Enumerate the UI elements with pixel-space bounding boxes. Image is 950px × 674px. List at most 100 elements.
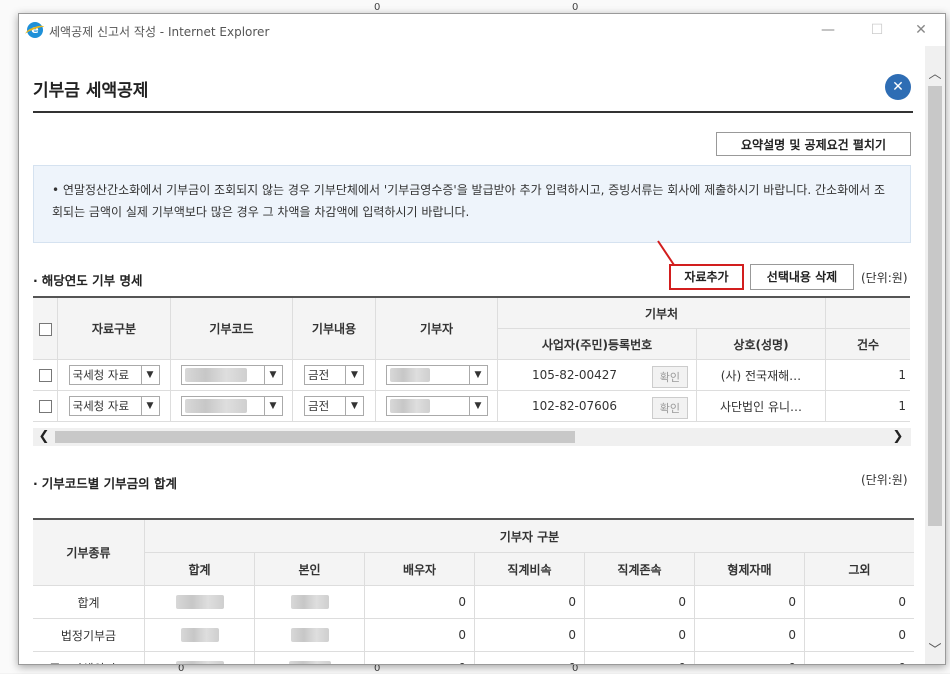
donation-code-select[interactable]: ▼: [180, 396, 283, 416]
header-name: 상호(성명): [696, 328, 826, 360]
totals-section-title: 기부코드별 기부금의 합계: [33, 473, 177, 492]
header-count: 건수: [825, 328, 910, 360]
value-cell: 0: [584, 585, 695, 619]
value-cell: 0: [474, 585, 585, 619]
background-cell-value: 0: [572, 2, 579, 13]
table-horizontal-scrollbar[interactable]: ❮ ❯: [33, 428, 911, 446]
row-checkbox[interactable]: [38, 400, 52, 413]
chevron-down-icon: ▼: [468, 366, 487, 384]
value-cell: 0: [804, 618, 914, 652]
donation-details-table: 자료구분 기부코드 기부내용 기부자 기부처 사업자(주민)등록번호 상호(성명…: [33, 296, 910, 422]
recipient-name: 사단법인 유니…: [696, 390, 826, 422]
data-type-select[interactable]: 국세청 자료 ▼: [68, 396, 160, 416]
select-all-checkbox[interactable]: [38, 322, 52, 336]
table-row: 국세청 자료 ▼ ▼ 금전 ▼ ▼ 102-82-07606 확인 사단법인 유니……: [33, 390, 910, 422]
chevron-down-icon: ▼: [263, 366, 282, 384]
blurred-value: [254, 651, 365, 664]
confirm-button[interactable]: 확인: [651, 397, 688, 419]
close-circle-icon[interactable]: ✕: [885, 74, 911, 100]
header-recipient: 기부처: [497, 296, 826, 329]
ie-popup-window: e 세액공제 신고서 작성 - Internet Explorer — ☐ ✕ …: [18, 13, 946, 665]
header-recipient-extra: [825, 296, 910, 329]
value-cell: 0: [584, 618, 695, 652]
add-data-button[interactable]: 자료추가: [669, 264, 744, 290]
header-others: 그외: [804, 552, 914, 586]
value-cell: 0: [584, 651, 695, 664]
title-divider: [33, 111, 913, 113]
row-label: 종교단체외지…: [33, 651, 145, 664]
recipient-name: (사) 전국재해…: [696, 359, 826, 391]
close-icon[interactable]: ✕: [909, 20, 933, 40]
row-label: 법정기부금: [33, 618, 145, 652]
info-text: • 연말정산간소화에서 기부금이 조회되지 않는 경우 기부단체에서 '기부금영…: [52, 183, 886, 219]
table-row: 합계 0 0 0 0 0: [33, 585, 914, 619]
scroll-right-icon[interactable]: ❯: [889, 428, 907, 446]
chevron-down-icon: ▼: [345, 397, 363, 415]
value-cell: 0: [364, 651, 475, 664]
info-notice: • 연말정산간소화에서 기부금이 조회되지 않는 경우 기부단체에서 '기부금영…: [33, 165, 911, 243]
value-cell: 0: [804, 585, 914, 619]
donation-details-title: 해당연도 기부 명세: [33, 270, 143, 289]
donation-unit-label: (단위:원): [861, 271, 908, 285]
window-title: 세액공제 신고서 작성 - Internet Explorer: [49, 25, 270, 39]
chevron-down-icon: ▼: [345, 366, 363, 384]
header-spouse: 배우자: [364, 552, 475, 586]
summary-expand-button[interactable]: 요약설명 및 공제요건 펼치기: [716, 132, 911, 156]
content-select[interactable]: 금전 ▼: [304, 365, 364, 385]
blurred-value: [254, 618, 365, 652]
scrollbar-thumb[interactable]: [928, 86, 942, 526]
donation-totals-table: 기부종류 기부자 구분 합계 본인 배우자 직계비속 직계존속 형제자매 그외 …: [33, 518, 914, 664]
scrollbar-thumb[interactable]: [55, 431, 575, 443]
header-siblings: 형제자매: [694, 552, 805, 586]
value-cell: 0: [694, 618, 805, 652]
table-row: 법정기부금 0 0 0 0 0: [33, 618, 914, 652]
count-value: 1: [825, 390, 910, 422]
value-cell: 0: [474, 618, 585, 652]
page-title: 기부금 세액공제: [33, 81, 149, 101]
blurred-value: [144, 585, 255, 619]
header-donor: 기부자: [375, 296, 498, 360]
blurred-value: [254, 585, 365, 619]
header-reg-no: 사업자(주민)등록번호: [497, 328, 697, 360]
totals-unit-label: (단위:원): [861, 473, 908, 487]
donor-select[interactable]: ▼: [385, 396, 488, 416]
blurred-value: [144, 618, 255, 652]
chevron-down-icon: ▼: [140, 366, 159, 384]
header-ascendants: 직계존속: [584, 552, 695, 586]
row-label: 합계: [33, 585, 145, 619]
header-self: 본인: [254, 552, 365, 586]
scroll-up-icon[interactable]: ︿: [925, 66, 945, 84]
header-data-type: 자료구분: [57, 296, 171, 360]
chevron-down-icon: ▼: [263, 397, 282, 415]
count-value: 1: [825, 359, 910, 391]
value-cell: 0: [474, 651, 585, 664]
select-all-cell: [33, 296, 58, 360]
ie-logo-icon: e: [27, 22, 43, 38]
value-cell: 0: [694, 585, 805, 619]
delete-selected-button[interactable]: 선택내용 삭제: [750, 264, 854, 290]
maximize-icon[interactable]: ☐: [865, 20, 889, 40]
data-type-select[interactable]: 국세청 자료 ▼: [68, 365, 160, 385]
chevron-down-icon: ▼: [468, 397, 487, 415]
header-content: 기부내용: [292, 296, 376, 360]
blurred-value: [144, 651, 255, 664]
header-donor-group: 기부자 구분: [144, 518, 914, 553]
donation-code-select[interactable]: ▼: [180, 365, 283, 385]
row-checkbox[interactable]: [38, 369, 52, 382]
window-titlebar[interactable]: e 세액공제 신고서 작성 - Internet Explorer — ☐ ✕: [19, 14, 945, 46]
donor-select[interactable]: ▼: [385, 365, 488, 385]
value-cell: 0: [364, 618, 475, 652]
background-cell-value: 0: [374, 2, 381, 13]
confirm-button[interactable]: 확인: [651, 366, 688, 388]
minimize-icon[interactable]: —: [816, 20, 840, 40]
value-cell: 0: [694, 651, 805, 664]
scroll-left-icon[interactable]: ❮: [35, 428, 53, 446]
header-donation-type: 기부종류: [33, 518, 145, 586]
reg-no-value: 102-82-07606: [532, 399, 618, 413]
content-select[interactable]: 금전 ▼: [304, 396, 364, 416]
header-total: 합계: [144, 552, 255, 586]
scroll-down-icon[interactable]: ﹀: [925, 642, 945, 660]
vertical-scrollbar[interactable]: ︿ ﹀: [925, 46, 945, 664]
table-row: 종교단체외지… 0 0 0 0 0: [33, 651, 914, 664]
reg-no-value: 105-82-00427: [532, 368, 618, 382]
